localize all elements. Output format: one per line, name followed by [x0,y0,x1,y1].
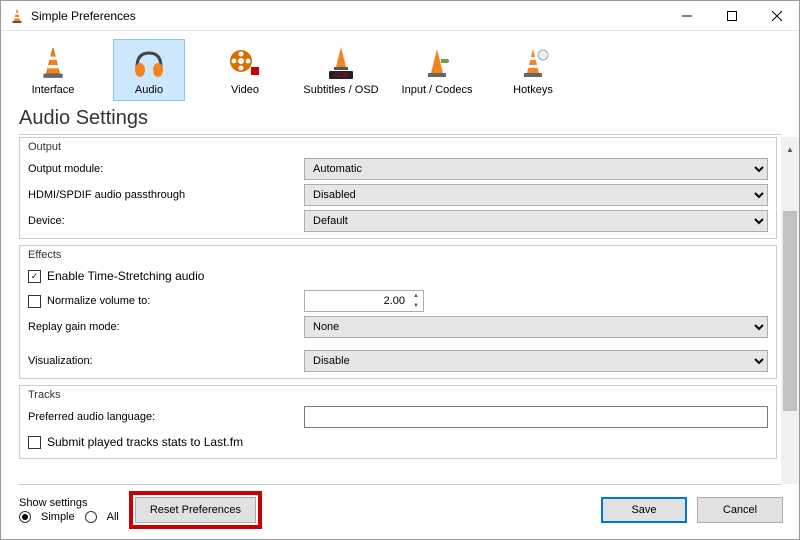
hotkeys-cone-icon [513,44,553,82]
cancel-button[interactable]: Cancel [697,497,783,523]
window-controls [664,1,799,30]
section-tracks: Tracks Preferred audio language: Submit … [19,385,777,459]
replay-gain-select[interactable]: None [304,316,768,338]
preferred-lang-input[interactable] [304,406,768,428]
lastfm-checkbox[interactable] [28,436,41,449]
scrollbar-thumb[interactable] [783,211,797,411]
normalize-spinner[interactable]: ▲▼ [409,291,423,311]
section-label: Tracks [20,386,776,404]
save-button[interactable]: Save [601,497,687,523]
reset-highlight-annotation: Reset Preferences [129,491,262,529]
radio-all-label: All [107,511,119,523]
vertical-scrollbar[interactable]: ▲ [781,137,799,484]
radio-simple-label: Simple [41,511,75,523]
scroll-up-arrow[interactable]: ▲ [782,141,798,157]
radio-all[interactable] [85,511,97,523]
device-label: Device: [28,215,304,227]
cone-icon [33,44,73,82]
section-effects: Effects ✓ Enable Time-Stretching audio N… [19,245,777,379]
visualization-label: Visualization: [28,355,304,367]
category-codecs[interactable]: Input / Codecs [401,39,473,101]
normalize-value-input[interactable] [304,290,424,312]
section-label: Output [20,138,776,156]
svg-text:12:00: 12:00 [333,73,349,79]
device-select[interactable]: Default [304,210,768,232]
divider [19,134,781,135]
app-icon [9,8,25,24]
reset-preferences-button[interactable]: Reset Preferences [135,497,256,523]
subtitle-display-icon: 12:00 [321,44,361,82]
category-audio[interactable]: Audio [113,39,185,101]
settings-panel: Output Output module: Automatic HDMI/SPD… [1,137,781,484]
normalize-label: Normalize volume to: [47,295,150,307]
time-stretch-checkbox[interactable]: ✓ [28,270,41,283]
normalize-checkbox[interactable] [28,295,41,308]
category-hotkeys[interactable]: Hotkeys [497,39,569,101]
show-settings-label: Show settings [19,497,119,509]
category-interface[interactable]: Interface [17,39,89,101]
passthrough-label: HDMI/SPDIF audio passthrough [28,189,304,201]
visualization-select[interactable]: Disable [304,350,768,372]
headphones-icon [129,44,169,82]
puzzle-cone-icon [417,44,457,82]
section-label: Effects [20,246,776,264]
show-settings-group: Show settings Simple All [19,497,119,523]
output-module-select[interactable]: Automatic [304,158,768,180]
passthrough-select[interactable]: Disabled [304,184,768,206]
maximize-button[interactable] [709,1,754,30]
time-stretch-label: Enable Time-Stretching audio [47,269,204,283]
close-button[interactable] [754,1,799,30]
category-subtitles[interactable]: 12:00 Subtitles / OSD [305,39,377,101]
radio-simple[interactable] [19,511,31,523]
minimize-button[interactable] [664,1,709,30]
film-reel-icon [225,44,265,82]
replay-gain-label: Replay gain mode: [28,321,304,333]
footer: Show settings Simple All Reset Preferenc… [1,485,799,539]
category-bar: Interface Audio Video 12:00 Subtitles / … [1,31,799,107]
preferences-window: Simple Preferences Interface Audio [0,0,800,540]
lastfm-label: Submit played tracks stats to Last.fm [47,435,243,449]
content-area: Output Output module: Automatic HDMI/SPD… [1,137,799,484]
preferred-lang-label: Preferred audio language: [28,411,304,423]
output-module-label: Output module: [28,163,304,175]
window-title: Simple Preferences [31,9,664,23]
category-video[interactable]: Video [209,39,281,101]
section-output: Output Output module: Automatic HDMI/SPD… [19,137,777,239]
page-title: Audio Settings [1,107,799,132]
titlebar: Simple Preferences [1,1,799,31]
